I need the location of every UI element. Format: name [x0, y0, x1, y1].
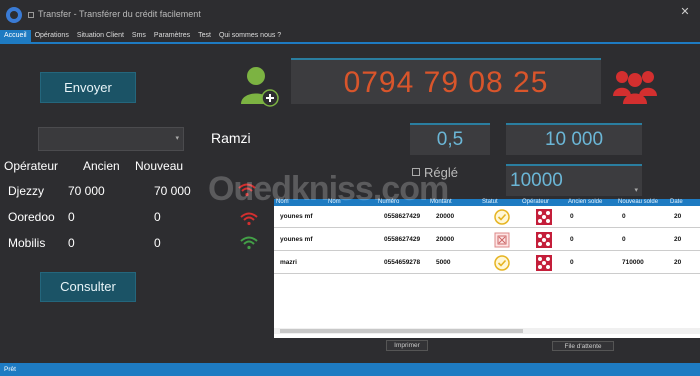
- status-text: Prêt: [4, 366, 16, 373]
- cell-date: 20: [674, 259, 682, 266]
- rate-field[interactable]: 0,5: [410, 123, 490, 155]
- watermark-text: Ouedkniss.com: [208, 170, 449, 208]
- horizontal-scrollbar[interactable]: [274, 328, 700, 334]
- amount-select-value: 10000: [510, 170, 563, 191]
- table-row[interactable]: younes mf 0558627429 20000 0 0 20: [274, 229, 700, 251]
- operator-old-balance: 70 000: [68, 184, 105, 198]
- window-title: Transfer - Transférer du crédit facileme…: [28, 9, 201, 19]
- operator-new-balance: 0: [154, 236, 161, 250]
- cell-date: 20: [674, 213, 682, 220]
- cell-ancien-solde: 0: [570, 236, 574, 243]
- app-logo-icon: [6, 7, 22, 23]
- status-ok-icon: [494, 255, 510, 276]
- wifi-signal-icon: [240, 212, 258, 226]
- operator-name: Ooredoo: [8, 210, 55, 224]
- cell-nouveau-solde: 0: [622, 236, 626, 243]
- operator-name: Mobilis: [8, 236, 46, 250]
- operator-logo-icon: [536, 255, 552, 276]
- wifi-signal-icon: [240, 236, 258, 250]
- chevron-down-icon: ▾: [175, 135, 179, 142]
- status-bar: Prêt: [0, 363, 700, 376]
- add-user-icon[interactable]: [240, 64, 280, 108]
- client-name: Ramzi: [211, 130, 251, 146]
- operator-old-balance: 0: [68, 210, 75, 224]
- amount-field[interactable]: 10 000: [506, 123, 642, 155]
- col-header[interactable]: Date: [670, 199, 683, 206]
- operator-logo-icon: [536, 209, 552, 230]
- col-header[interactable]: Opérateur: [522, 199, 549, 206]
- status-ok-icon: [494, 209, 510, 230]
- header-operateur: Opérateur: [4, 159, 59, 173]
- scrollbar-thumb[interactable]: [280, 329, 523, 333]
- cell-montant: 20000: [436, 213, 455, 220]
- menu-bar: Accueil Opérations Situation Client Sms …: [0, 30, 700, 42]
- operator-new-balance: 0: [154, 210, 161, 224]
- col-header[interactable]: Ancien solde: [568, 199, 602, 206]
- phone-number-display: 0794 79 08 25: [291, 58, 601, 104]
- menu-item-sms[interactable]: Sms: [128, 30, 150, 42]
- menu-item-operations[interactable]: Opérations: [31, 30, 73, 42]
- amount-select[interactable]: 10000 ▾: [506, 164, 642, 196]
- title-bar: Transfer - Transférer du crédit facileme…: [0, 0, 700, 30]
- menu-item-situation-client[interactable]: Situation Client: [73, 30, 128, 42]
- header-ancien: Ancien: [83, 159, 120, 173]
- cell-montant: 5000: [436, 259, 451, 266]
- status-pending-icon: [494, 232, 510, 253]
- col-header[interactable]: Nouveau solde: [618, 199, 658, 206]
- header-nouveau: Nouveau: [135, 159, 184, 173]
- cell-ancien-solde: 0: [570, 259, 574, 266]
- col-header[interactable]: Statut: [482, 199, 498, 206]
- send-button[interactable]: Envoyer: [40, 72, 136, 103]
- menu-divider: [0, 42, 700, 44]
- cell-date: 20: [674, 236, 682, 243]
- cell-numero: 0554659278: [384, 259, 421, 266]
- cell-nom: younes mf: [280, 213, 313, 220]
- close-button[interactable]: ✕: [676, 5, 694, 19]
- menu-item-qui-sommes-nous[interactable]: Qui sommes nous ?: [215, 30, 285, 42]
- print-button[interactable]: Imprimer: [386, 340, 428, 351]
- cell-ancien-solde: 0: [570, 213, 574, 220]
- operator-new-balance: 70 000: [154, 184, 191, 198]
- operator-name: Djezzy: [8, 184, 45, 198]
- operator-logo-icon: [536, 232, 552, 253]
- table-row[interactable]: mazri 0554659278 5000 0 710000 20: [274, 252, 700, 274]
- cell-numero: 0558627429: [384, 213, 421, 220]
- phone-number-text: 0794 79 08 25: [343, 66, 549, 99]
- consult-button[interactable]: Consulter: [40, 272, 136, 302]
- operator-old-balance: 0: [68, 236, 75, 250]
- operator-combo[interactable]: ▾: [38, 127, 184, 151]
- menu-item-accueil[interactable]: Accueil: [0, 30, 31, 42]
- cell-nouveau-solde: 0: [622, 213, 626, 220]
- cell-numero: 0558627429: [384, 236, 421, 243]
- table-row[interactable]: younes mf 0558627429 20000 0 0 20: [274, 206, 700, 228]
- group-icon[interactable]: [611, 66, 659, 106]
- transactions-grid: Nom Nom Numéro Montant Statut Opérateur …: [274, 199, 700, 338]
- queue-button[interactable]: File d'attente: [552, 341, 614, 351]
- cell-montant: 20000: [436, 236, 455, 243]
- menu-item-parametres[interactable]: Paramètres: [150, 30, 194, 42]
- cell-nom: mazri: [280, 259, 297, 266]
- menu-item-test[interactable]: Test: [194, 30, 215, 42]
- watermark: Ouedkniss.com: [208, 170, 449, 209]
- cell-nom: younes mf: [280, 236, 313, 243]
- cell-nouveau-solde: 710000: [622, 259, 644, 266]
